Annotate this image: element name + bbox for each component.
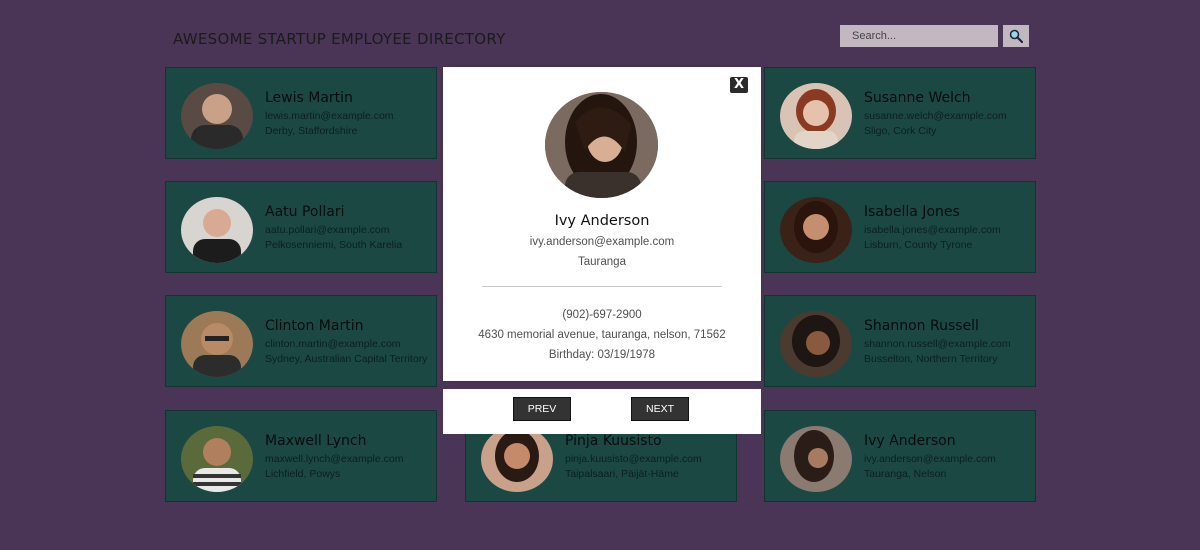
employee-card[interactable]: Maxwell Lynch maxwell.lynch@example.com … <box>165 410 437 502</box>
avatar <box>181 197 253 263</box>
avatar <box>780 426 852 492</box>
employee-location: Taipalsaari, Päijät-Häme <box>565 468 679 480</box>
employee-email: pinja.kuusisto@example.com <box>565 453 702 465</box>
avatar <box>780 83 852 149</box>
close-button[interactable]: X <box>730 77 748 93</box>
employee-card[interactable]: Ivy Anderson ivy.anderson@example.com Ta… <box>764 410 1036 502</box>
modal-employee-name: Ivy Anderson <box>554 213 650 229</box>
modal-employee-email: ivy.anderson@example.com <box>529 236 675 248</box>
employee-email: isabella.jones@example.com <box>864 224 1001 236</box>
employee-card[interactable]: Lewis Martin lewis.martin@example.com De… <box>165 67 437 159</box>
avatar <box>780 197 852 263</box>
employee-email: maxwell.lynch@example.com <box>265 453 404 465</box>
modal-divider <box>482 286 722 287</box>
employee-email: ivy.anderson@example.com <box>864 453 996 465</box>
avatar <box>181 311 253 377</box>
employee-location: Sligo, Cork City <box>864 125 937 137</box>
employee-card[interactable]: Susanne Welch susanne.welch@example.com … <box>764 67 1036 159</box>
search-input[interactable] <box>840 25 998 47</box>
employee-name: Ivy Anderson <box>864 433 956 449</box>
employee-location: Pelkosenniemi, South Karelia <box>265 239 403 251</box>
employee-modal: X Ivy Anderson ivy.anderson@example.com … <box>443 67 761 381</box>
avatar <box>181 426 253 492</box>
modal-avatar <box>545 92 658 198</box>
employee-name: Maxwell Lynch <box>265 433 367 449</box>
modal-employee-birthday: Birthday: 03/19/1978 <box>548 349 656 361</box>
employee-email: aatu.pollari@example.com <box>265 224 390 236</box>
employee-name: Shannon Russell <box>864 318 979 334</box>
employee-name: Pinja Kuusisto <box>565 433 662 449</box>
employee-email: shannon.russell@example.com <box>864 338 1011 350</box>
employee-card[interactable]: Isabella Jones isabella.jones@example.co… <box>764 181 1036 273</box>
employee-name: Isabella Jones <box>864 204 960 220</box>
magnifier-icon <box>1009 29 1023 43</box>
employee-name: Susanne Welch <box>864 90 971 106</box>
modal-navigation: PREV NEXT <box>443 389 761 434</box>
modal-employee-phone: (902)-697-2900 <box>562 309 642 321</box>
employee-email: lewis.martin@example.com <box>265 110 394 122</box>
next-button[interactable]: NEXT <box>631 397 689 421</box>
employee-email: clinton.martin@example.com <box>265 338 401 350</box>
employee-location: Busselton, Northern Territory <box>864 353 998 365</box>
employee-location: Sydney, Australian Capital Territory <box>265 353 428 365</box>
employee-location: Lichfield, Powys <box>265 468 341 480</box>
page-title: AWESOME STARTUP EMPLOYEE DIRECTORY <box>173 30 506 48</box>
employee-card[interactable]: Shannon Russell shannon.russell@example.… <box>764 295 1036 387</box>
employee-location: Tauranga, Nelson <box>864 468 947 480</box>
employee-card[interactable]: Aatu Pollari aatu.pollari@example.com Pe… <box>165 181 437 273</box>
employee-name: Lewis Martin <box>265 90 353 106</box>
modal-employee-address: 4630 memorial avenue, tauranga, nelson, … <box>478 329 726 341</box>
employee-email: susanne.welch@example.com <box>864 110 1007 122</box>
employee-location: Derby, Staffordshire <box>265 125 358 137</box>
avatar <box>481 426 553 492</box>
avatar <box>181 83 253 149</box>
employee-name: Clinton Martin <box>265 318 364 334</box>
search-button[interactable] <box>1003 25 1029 47</box>
employee-location: Lisburn, County Tyrone <box>864 239 973 251</box>
modal-employee-city: Tauranga <box>578 256 626 268</box>
avatar <box>780 311 852 377</box>
prev-button[interactable]: PREV <box>513 397 571 421</box>
employee-card[interactable]: Clinton Martin clinton.martin@example.co… <box>165 295 437 387</box>
employee-name: Aatu Pollari <box>265 204 345 220</box>
